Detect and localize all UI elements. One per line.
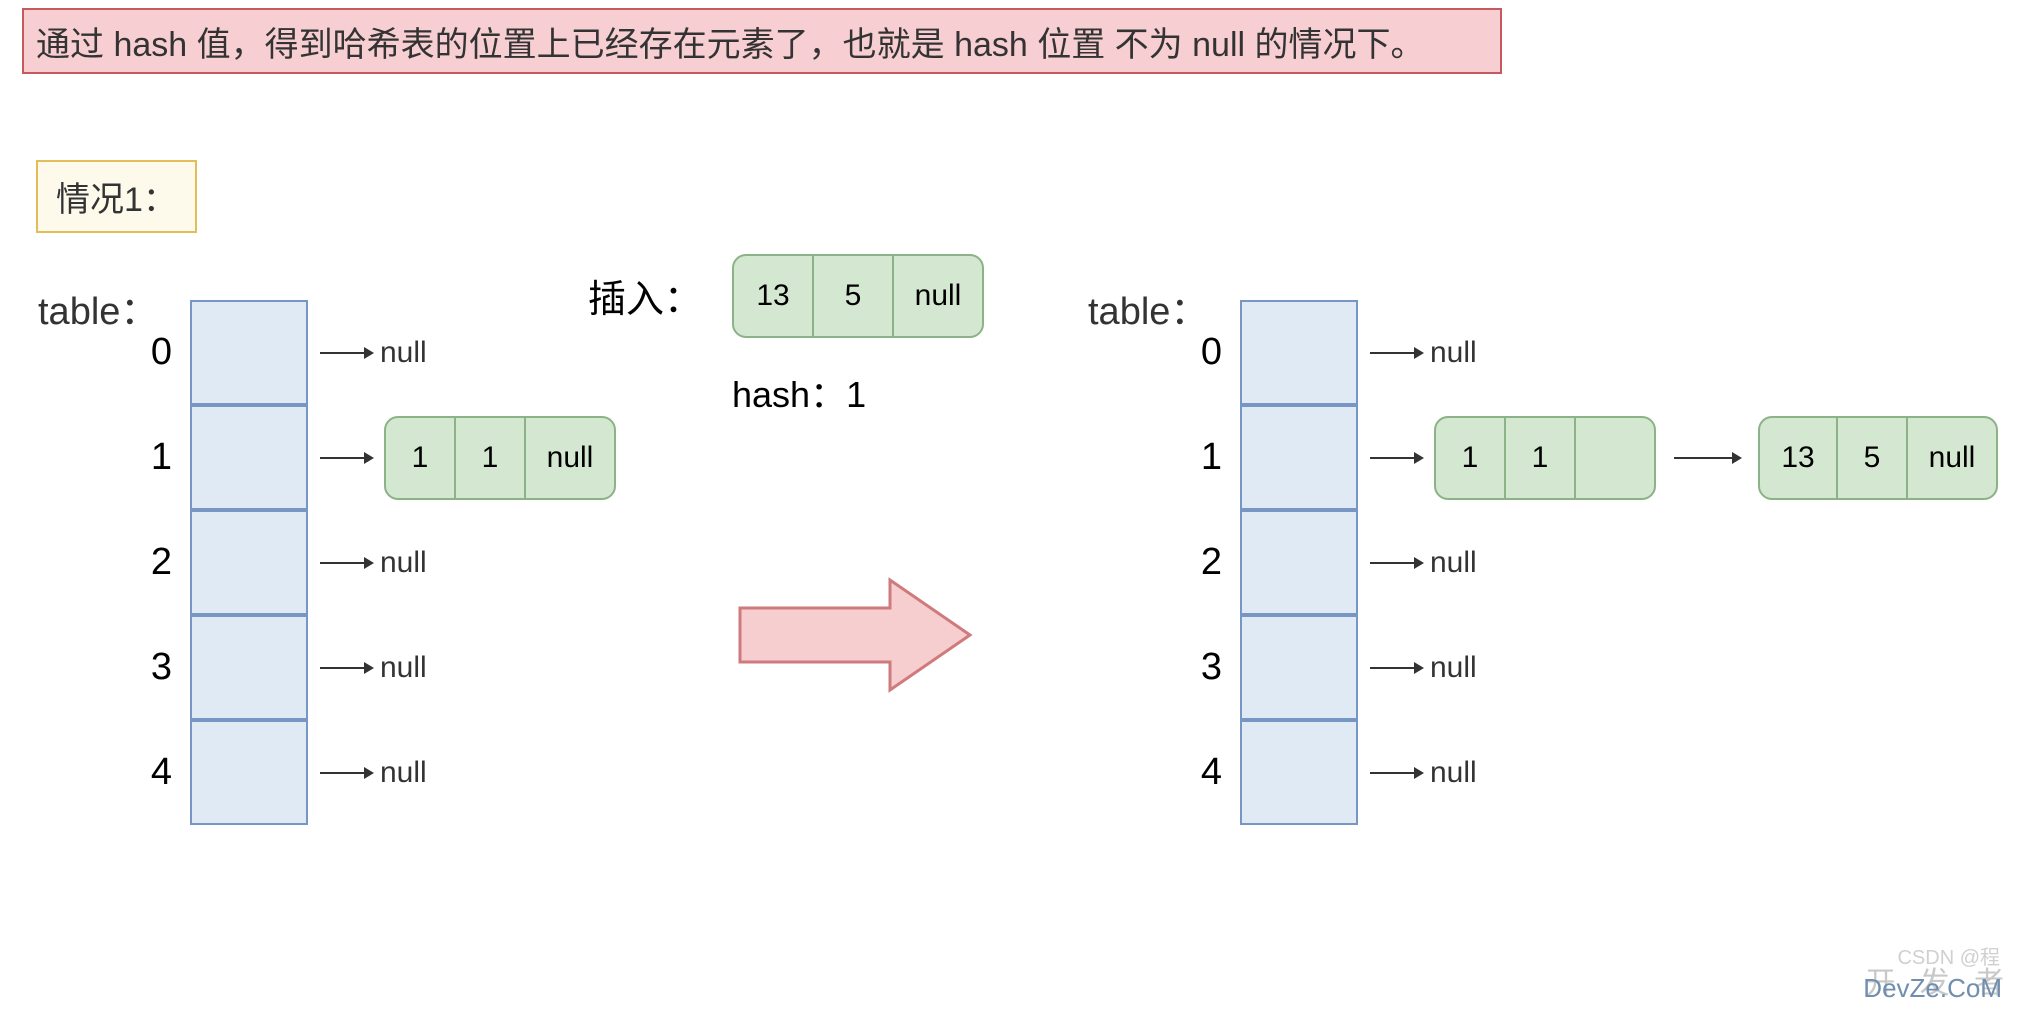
table-row: 4 null xyxy=(1180,720,1998,825)
case-label: 情况1： xyxy=(36,160,197,233)
watermark-devze: DevZe.CoM xyxy=(1863,973,2002,1004)
table-row: 1 1 1 null xyxy=(130,405,616,510)
table-row: 3 null xyxy=(1180,615,1998,720)
arrow-icon xyxy=(320,448,374,468)
arrow-icon xyxy=(1370,448,1424,468)
index-cell: 4 xyxy=(1180,751,1240,794)
null-text: null xyxy=(1430,336,1477,370)
index-cell: 0 xyxy=(130,331,190,374)
index-cell: 3 xyxy=(1180,646,1240,689)
bucket xyxy=(190,510,308,615)
bucket xyxy=(190,300,308,405)
bucket xyxy=(1240,720,1358,825)
bucket xyxy=(190,615,308,720)
case-label-text: 情况1： xyxy=(56,181,177,219)
arrow-icon xyxy=(320,763,374,783)
hash-node: 1 1 xyxy=(1434,416,1656,500)
arrow-icon xyxy=(1370,658,1424,678)
table-row: 3 null xyxy=(130,615,616,720)
index-cell: 2 xyxy=(1180,541,1240,584)
arrow-icon xyxy=(1370,343,1424,363)
table-row: 4 null xyxy=(130,720,616,825)
hash-node: 13 5 null xyxy=(1758,416,1998,500)
right-hash-table: 0 null 1 1 1 13 5 null 2 n xyxy=(1180,300,1998,825)
null-text: null xyxy=(380,651,427,685)
node-value: 5 xyxy=(1838,418,1908,498)
null-text: null xyxy=(1430,651,1477,685)
arrow-icon xyxy=(1370,553,1424,573)
arrow-icon xyxy=(320,553,374,573)
bucket xyxy=(190,720,308,825)
table-row: 1 1 1 13 5 null xyxy=(1180,405,1998,510)
bucket xyxy=(1240,300,1358,405)
bucket xyxy=(1240,405,1358,510)
node-key: 13 xyxy=(1760,418,1838,498)
hash-label: hash：1 xyxy=(732,366,866,418)
index-cell: 3 xyxy=(130,646,190,689)
null-text: null xyxy=(380,546,427,580)
null-text: null xyxy=(1430,546,1477,580)
arrow-icon xyxy=(320,343,374,363)
node-value: 1 xyxy=(456,418,526,498)
table-row: 0 null xyxy=(130,300,616,405)
node-key: 13 xyxy=(734,256,814,336)
node-key: 1 xyxy=(1436,418,1506,498)
index-cell: 2 xyxy=(130,541,190,584)
table-row: 0 null xyxy=(1180,300,1998,405)
hash-node: 1 1 null xyxy=(384,416,616,500)
arrow-icon xyxy=(320,658,374,678)
index-cell: 4 xyxy=(130,751,190,794)
node-key: 1 xyxy=(386,418,456,498)
null-text: null xyxy=(1430,756,1477,790)
index-cell: 0 xyxy=(1180,331,1240,374)
bucket xyxy=(190,405,308,510)
node-value: 1 xyxy=(1506,418,1576,498)
insert-node: 13 5 null xyxy=(732,254,984,338)
arrow-icon xyxy=(1674,448,1744,468)
node-value: 5 xyxy=(814,256,894,336)
null-text: null xyxy=(380,336,427,370)
null-text: null xyxy=(380,756,427,790)
left-hash-table: 0 null 1 1 1 null 2 null 3 null xyxy=(130,300,616,825)
node-next xyxy=(1576,418,1654,498)
arrow-icon xyxy=(1370,763,1424,783)
node-next: null xyxy=(894,256,982,336)
big-arrow-icon xyxy=(730,570,980,705)
bucket xyxy=(1240,510,1358,615)
insert-label-text: 插入： xyxy=(588,279,702,321)
table-row: 2 null xyxy=(130,510,616,615)
hash-label-text: hash：1 xyxy=(732,374,866,415)
bucket xyxy=(1240,615,1358,720)
node-next: null xyxy=(1908,418,1996,498)
index-cell: 1 xyxy=(1180,436,1240,479)
description-box: 通过 hash 值，得到哈希表的位置上已经存在元素了，也就是 hash 位置 不… xyxy=(22,8,1502,74)
insert-label: 插入： xyxy=(588,268,702,323)
description-text: 通过 hash 值，得到哈希表的位置上已经存在元素了，也就是 hash 位置 不… xyxy=(36,17,1425,66)
table-row: 2 null xyxy=(1180,510,1998,615)
index-cell: 1 xyxy=(130,436,190,479)
node-next: null xyxy=(526,418,614,498)
